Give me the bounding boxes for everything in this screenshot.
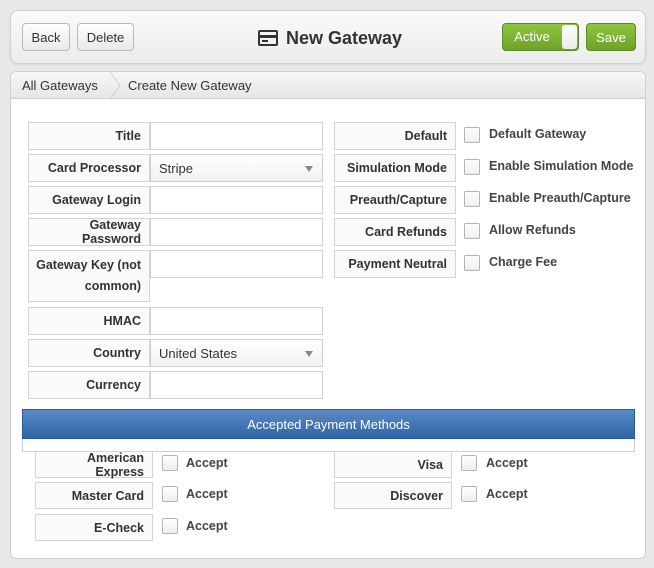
country-value: United States (159, 345, 238, 361)
toggle-knob[interactable] (562, 25, 577, 49)
breadcrumb-separator-icon (109, 72, 121, 99)
title-input[interactable] (150, 122, 323, 150)
toolbar: Back Delete New Gateway Active Save (10, 10, 646, 64)
master-card-label: Master Card (35, 482, 153, 509)
charge-fee-checkbox[interactable] (464, 255, 480, 271)
chevron-down-icon (305, 166, 313, 172)
page-title-group: New Gateway (258, 26, 402, 50)
default-gateway-checkbox-label[interactable]: Default Gateway (489, 127, 586, 141)
master-card-checkbox-label[interactable]: Accept (186, 487, 228, 501)
preauth-capture-checkbox-label[interactable]: Enable Preauth/Capture (489, 191, 631, 205)
visa-checkbox[interactable] (461, 455, 477, 471)
currency-input[interactable] (150, 371, 323, 399)
card-refunds-checkbox-label[interactable]: Allow Refunds (489, 223, 576, 237)
breadcrumb-all-gateways[interactable]: All Gateways (22, 78, 98, 93)
payment-neutral-label: Payment Neutral (334, 250, 456, 278)
discover-checkbox[interactable] (461, 486, 477, 502)
breadcrumb-current: Create New Gateway (128, 78, 252, 93)
simulation-mode-checkbox-label[interactable]: Enable Simulation Mode (489, 159, 633, 173)
chevron-down-icon (305, 351, 313, 357)
active-toggle-label: Active (514, 29, 550, 44)
visa-label: Visa (334, 451, 452, 478)
gateway-key-input[interactable] (150, 250, 323, 278)
breadcrumb: All Gateways Create New Gateway (11, 72, 645, 99)
currency-label: Currency (28, 371, 150, 399)
discover-checkbox-label[interactable]: Accept (486, 487, 528, 501)
credit-card-icon (258, 30, 278, 46)
card-refunds-label: Card Refunds (334, 218, 456, 246)
echeck-checkbox[interactable] (162, 518, 178, 534)
back-button[interactable]: Back (22, 23, 70, 51)
gateway-password-label: Gateway Password (28, 218, 150, 246)
gateway-login-label: Gateway Login (28, 186, 150, 214)
preauth-capture-checkbox[interactable] (464, 191, 480, 207)
hmac-label: HMAC (28, 307, 150, 335)
american-express-checkbox-label[interactable]: Accept (186, 456, 228, 470)
card-refunds-checkbox[interactable] (464, 223, 480, 239)
echeck-label: E-Check (35, 514, 153, 541)
card-processor-select[interactable]: Stripe (150, 154, 323, 182)
discover-label: Discover (334, 482, 452, 509)
delete-button[interactable]: Delete (77, 23, 134, 51)
card-processor-label: Card Processor (28, 154, 150, 182)
gateway-password-input[interactable] (150, 218, 323, 246)
country-label: Country (28, 339, 150, 367)
hmac-input[interactable] (150, 307, 323, 335)
save-button[interactable]: Save (586, 23, 636, 51)
main-panel: All Gateways Create New Gateway Title Ca… (10, 71, 646, 559)
country-select[interactable]: United States (150, 339, 323, 367)
gateway-login-input[interactable] (150, 186, 323, 214)
default-gateway-checkbox[interactable] (464, 127, 480, 143)
american-express-checkbox[interactable] (162, 455, 178, 471)
gateway-key-label: Gateway Key (not common) (28, 250, 150, 302)
default-label: Default (334, 122, 456, 150)
echeck-checkbox-label[interactable]: Accept (186, 519, 228, 533)
gateway-key-label-line2: common) (84, 279, 141, 293)
charge-fee-checkbox-label[interactable]: Charge Fee (489, 255, 557, 269)
active-toggle[interactable]: Active (502, 23, 579, 51)
simulation-mode-checkbox[interactable] (464, 159, 480, 175)
accepted-payment-methods-header: Accepted Payment Methods (22, 409, 635, 439)
american-express-label: American Express (35, 451, 153, 479)
master-card-checkbox[interactable] (162, 486, 178, 502)
card-processor-value: Stripe (159, 160, 193, 176)
page-title: New Gateway (286, 27, 403, 48)
gateway-key-label-line1: Gateway Key (not (36, 258, 141, 272)
simulation-mode-label: Simulation Mode (334, 154, 456, 182)
preauth-capture-label: Preauth/Capture (334, 186, 456, 214)
visa-checkbox-label[interactable]: Accept (486, 456, 528, 470)
title-label: Title (28, 122, 150, 150)
